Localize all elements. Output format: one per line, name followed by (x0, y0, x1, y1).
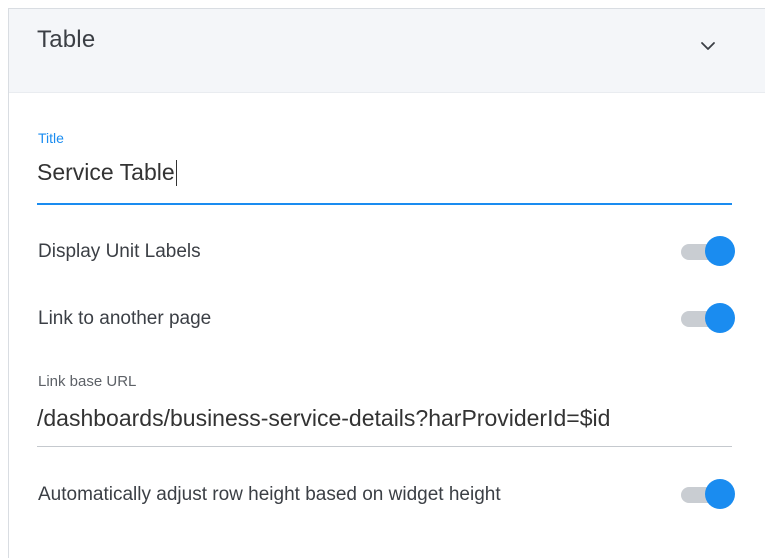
link-base-url-input[interactable]: /dashboards/business-service-details?har… (37, 399, 732, 447)
text-caret (175, 160, 177, 186)
table-settings-panel: Table Title Service Table Display Unit L… (8, 8, 765, 558)
link-to-another-page-label: Link to another page (38, 308, 212, 329)
link-to-another-page-toggle[interactable] (681, 303, 735, 335)
title-input[interactable]: Service Table (37, 159, 732, 205)
link-base-url-value: /dashboards/business-service-details?har… (37, 405, 611, 431)
toggle-knob (705, 479, 735, 509)
panel-header[interactable]: Table (9, 9, 765, 93)
panel-title: Table (37, 26, 96, 53)
title-input-value: Service Table (37, 159, 175, 185)
display-unit-labels-label: Display Unit Labels (38, 241, 201, 262)
auto-row-height-toggle[interactable] (681, 479, 735, 511)
display-unit-labels-toggle[interactable] (681, 236, 735, 268)
chevron-down-icon[interactable] (699, 37, 717, 55)
link-base-url-label: Link base URL (38, 373, 137, 390)
toggle-knob (705, 303, 735, 333)
toggle-knob (705, 236, 735, 266)
title-field-label: Title (38, 130, 64, 146)
auto-row-height-label: Automatically adjust row height based on… (38, 484, 501, 505)
